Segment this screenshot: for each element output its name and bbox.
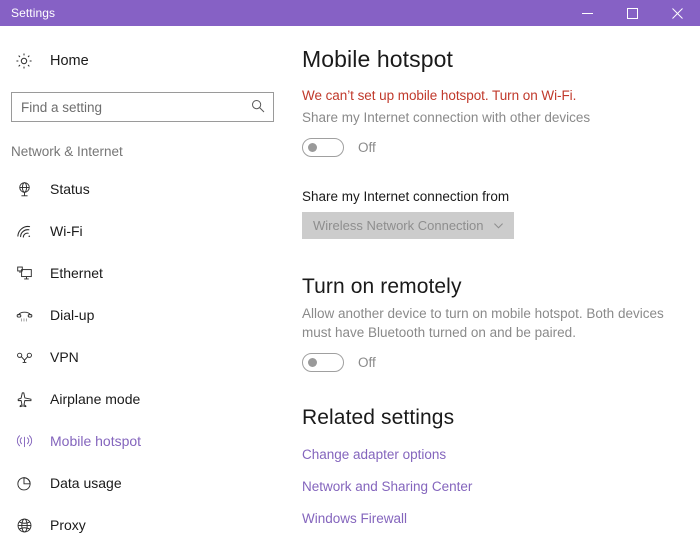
connection-from-value: Wireless Network Connection	[313, 217, 484, 233]
sidebar-home-label: Home	[50, 53, 89, 69]
sidebar-item-label: VPN	[50, 349, 79, 365]
vpn-icon	[13, 346, 35, 368]
sidebar-item-label: Dial-up	[50, 307, 95, 323]
pie-chart-icon	[13, 472, 35, 494]
gear-icon	[13, 50, 35, 72]
related-settings-title: Related settings	[302, 405, 455, 429]
sidebar-nav: Status Wi-Fi Ethernet Dial-up VPN Airpla…	[0, 168, 290, 546]
sidebar-item-wifi[interactable]: Wi-Fi	[0, 210, 290, 252]
search-icon[interactable]	[251, 99, 265, 118]
window-title: Settings	[11, 6, 56, 20]
search-box[interactable]	[11, 92, 274, 122]
link-change-adapter-options[interactable]: Change adapter options	[302, 447, 446, 462]
airplane-icon	[13, 388, 35, 410]
dialup-phone-icon	[13, 304, 35, 326]
window-controls	[565, 0, 700, 26]
sidebar-item-label: Proxy	[50, 517, 86, 533]
main-content: Mobile hotspot We can’t set up mobile ho…	[290, 26, 700, 549]
sidebar-item-data-usage[interactable]: Data usage	[0, 462, 290, 504]
sidebar-item-status[interactable]: Status	[0, 168, 290, 210]
sidebar-item-label: Data usage	[50, 475, 122, 491]
connection-from-dropdown[interactable]: Wireless Network Connection	[302, 211, 514, 239]
remote-toggle-row: Off	[302, 352, 700, 372]
page-title: Mobile hotspot	[302, 46, 453, 72]
share-connection-toggle-row: Off	[302, 137, 700, 157]
sidebar-item-label: Mobile hotspot	[50, 433, 142, 449]
sidebar-item-airplane-mode[interactable]: Airplane mode	[0, 378, 290, 420]
toggle-knob	[308, 357, 317, 367]
sidebar-category-label: Network & Internet	[11, 144, 123, 159]
link-windows-firewall[interactable]: Windows Firewall	[302, 511, 407, 526]
sidebar-item-label: Status	[50, 181, 90, 197]
settings-window: Settings Home Find a setting Network & I…	[0, 0, 700, 549]
hotspot-signal-icon	[13, 430, 35, 452]
sidebar-item-home[interactable]: Home	[0, 46, 290, 76]
sidebar-item-dialup[interactable]: Dial-up	[0, 294, 290, 336]
error-message: We can’t set up mobile hotspot. Turn on …	[302, 88, 577, 103]
sidebar-item-vpn[interactable]: VPN	[0, 336, 290, 378]
turn-on-remotely-toggle-state: Off	[358, 354, 376, 370]
share-connection-toggle[interactable]	[302, 137, 344, 157]
sidebar: Home Network & Internet	[0, 26, 290, 549]
search-input[interactable]	[12, 94, 237, 120]
wifi-icon	[13, 220, 35, 242]
network-status-icon	[13, 178, 35, 200]
turn-on-remotely-title: Turn on remotely	[302, 274, 462, 298]
close-button[interactable]	[655, 0, 700, 26]
turn-on-remotely-description: Allow another device to turn on mobile h…	[302, 305, 664, 341]
title-bar: Settings	[0, 0, 700, 26]
chevron-down-icon	[492, 219, 505, 232]
sidebar-item-proxy[interactable]: Proxy	[0, 504, 290, 546]
sidebar-item-label: Ethernet	[50, 265, 103, 281]
minimize-button[interactable]	[565, 0, 610, 26]
share-connection-toggle-state: Off	[358, 139, 376, 155]
turn-on-remotely-toggle[interactable]	[302, 352, 344, 372]
toggle-knob	[308, 142, 317, 152]
maximize-button[interactable]	[610, 0, 655, 26]
globe-icon	[13, 514, 35, 536]
share-connection-description: Share my Internet connection with other …	[302, 110, 591, 125]
ethernet-icon	[13, 262, 35, 284]
link-network-and-sharing-center[interactable]: Network and Sharing Center	[302, 479, 472, 494]
connection-from-label: Share my Internet connection from	[302, 188, 510, 204]
sidebar-item-label: Wi-Fi	[50, 223, 83, 239]
sidebar-item-ethernet[interactable]: Ethernet	[0, 252, 290, 294]
sidebar-item-mobile-hotspot[interactable]: Mobile hotspot	[0, 420, 290, 462]
sidebar-item-label: Airplane mode	[50, 391, 141, 407]
